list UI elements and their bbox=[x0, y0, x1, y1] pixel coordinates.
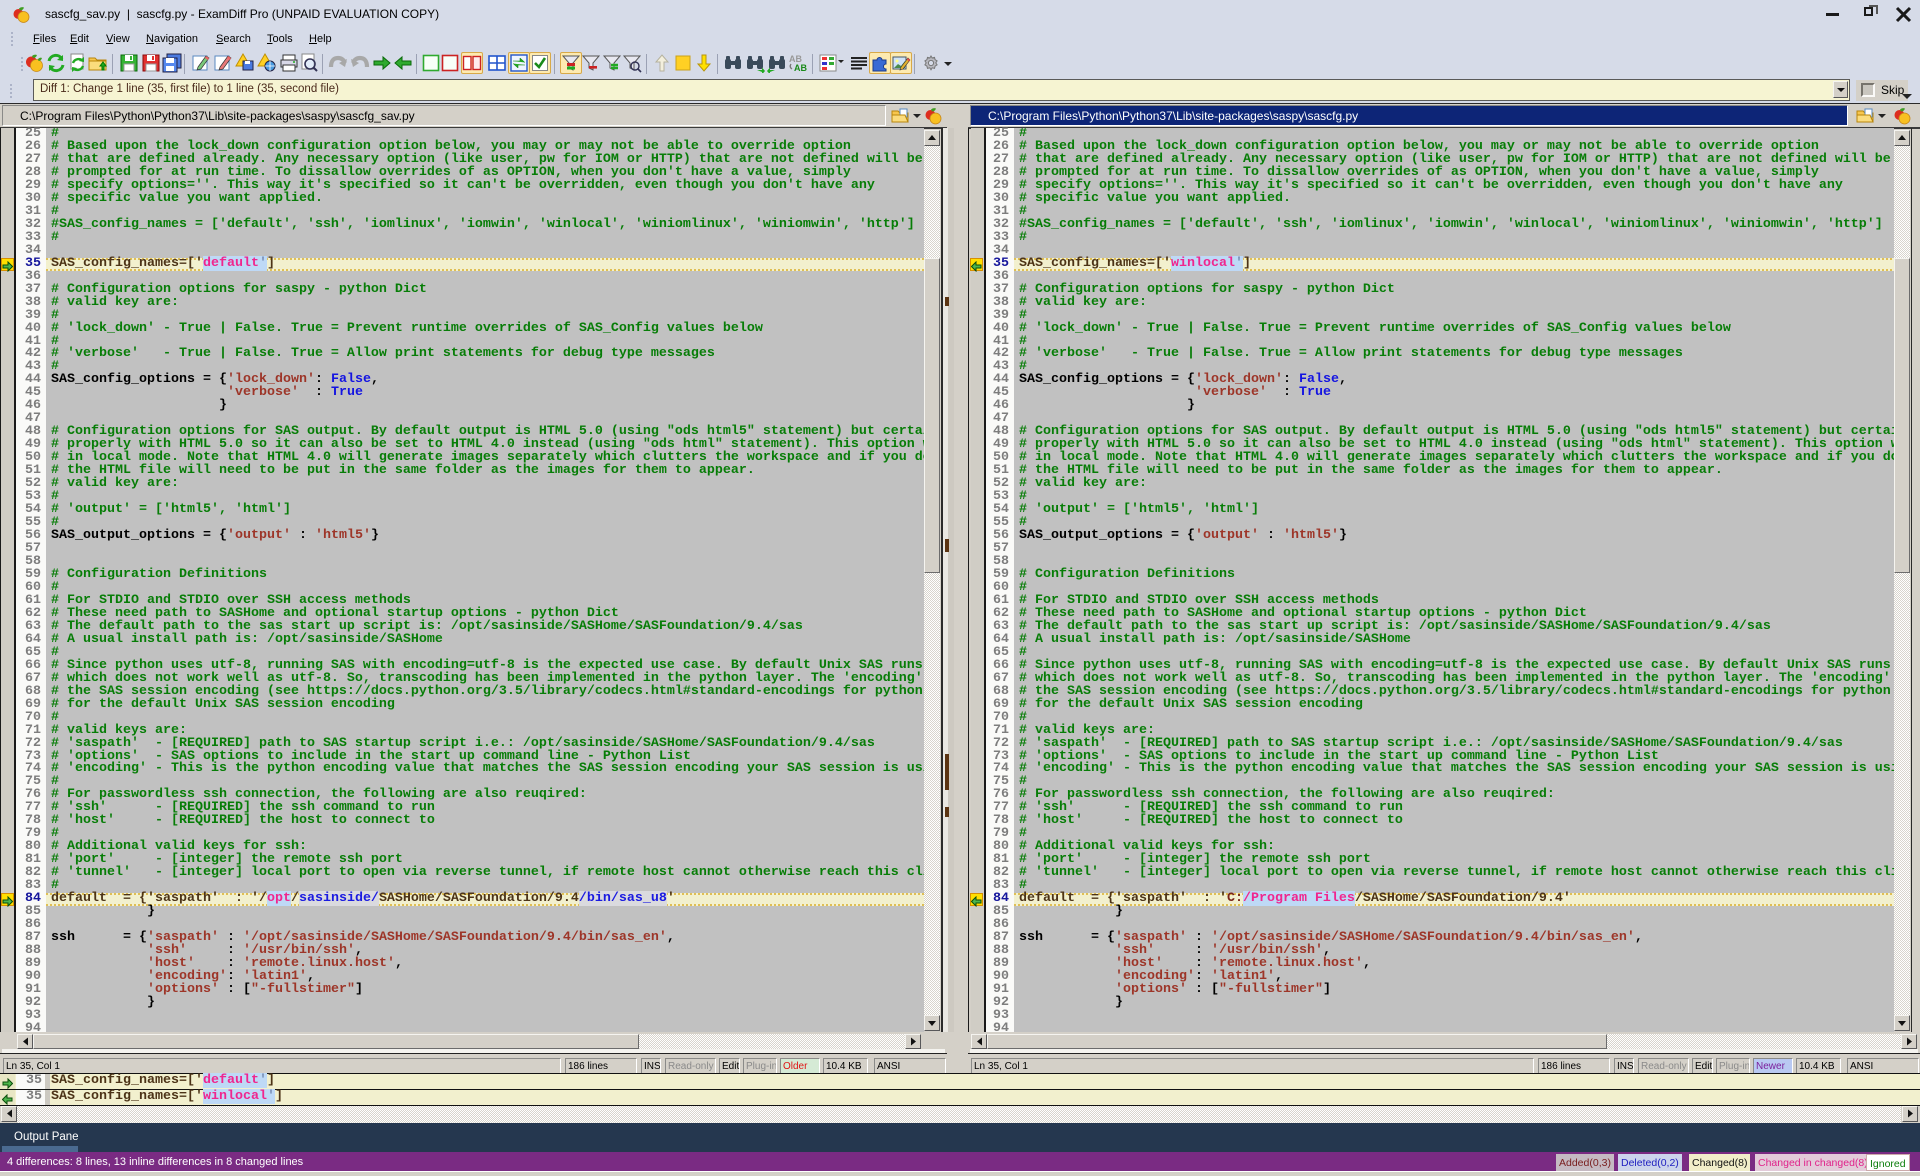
svg-text:AB: AB bbox=[794, 63, 807, 73]
